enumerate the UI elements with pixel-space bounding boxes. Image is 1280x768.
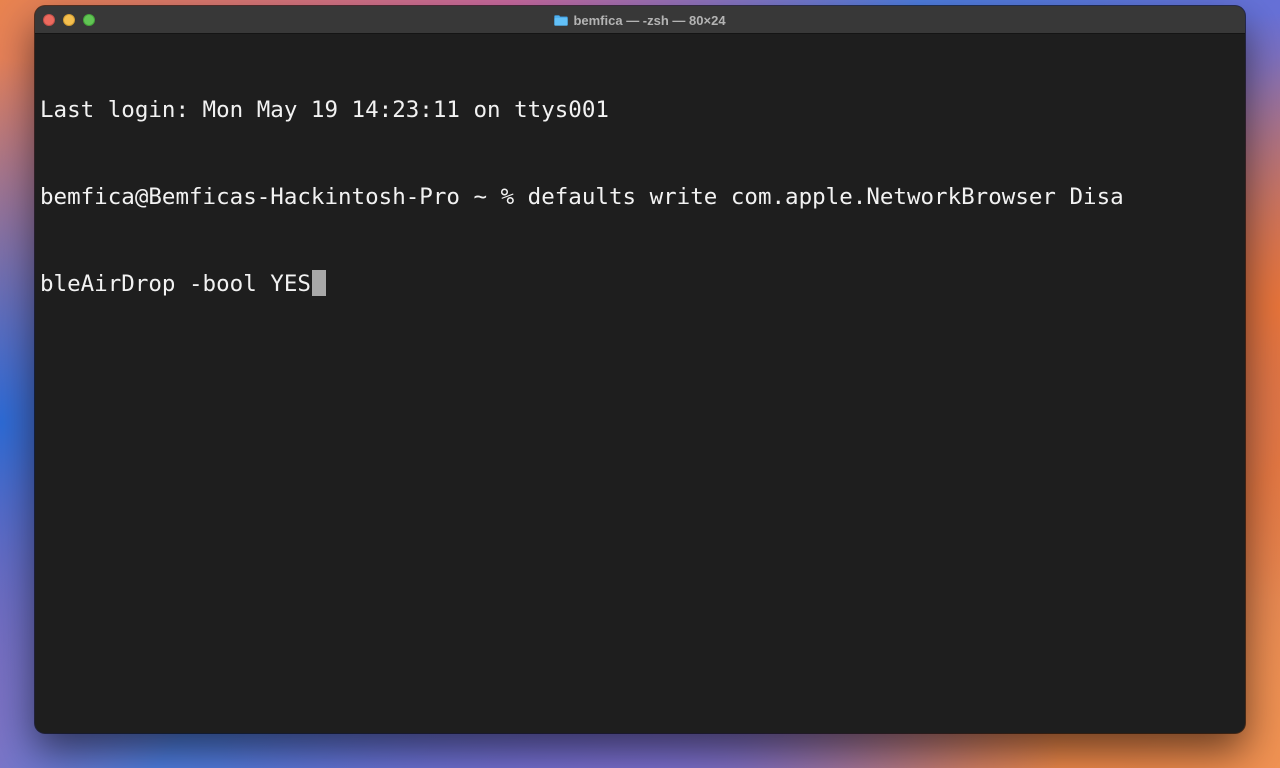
terminal-line-command: bemfica@Bemficas-Hackintosh-Pro ~ % defa… xyxy=(40,183,1240,212)
window-title: bemfica — -zsh — 80×24 xyxy=(573,12,726,28)
folder-icon xyxy=(554,14,569,26)
text-cursor xyxy=(311,270,326,296)
terminal-line-text: bemfica@Bemficas-Hackintosh-Pro ~ % defa… xyxy=(40,184,1124,210)
terminal-line-login: Last login: Mon May 19 14:23:11 on ttys0… xyxy=(40,96,1240,125)
terminal-line-command-wrap: bleAirDrop -bool YES xyxy=(40,270,1240,299)
terminal-line-text: Last login: Mon May 19 14:23:11 on ttys0… xyxy=(40,97,609,123)
terminal-window: bemfica — -zsh — 80×24 Last login: Mon M… xyxy=(35,6,1245,733)
terminal-line-text: bleAirDrop -bool YES xyxy=(40,271,311,297)
title-bar[interactable]: bemfica — -zsh — 80×24 xyxy=(35,6,1245,34)
window-title-area: bemfica — -zsh — 80×24 xyxy=(35,6,1245,34)
terminal-content[interactable]: Last login: Mon May 19 14:23:11 on ttys0… xyxy=(40,38,1240,733)
